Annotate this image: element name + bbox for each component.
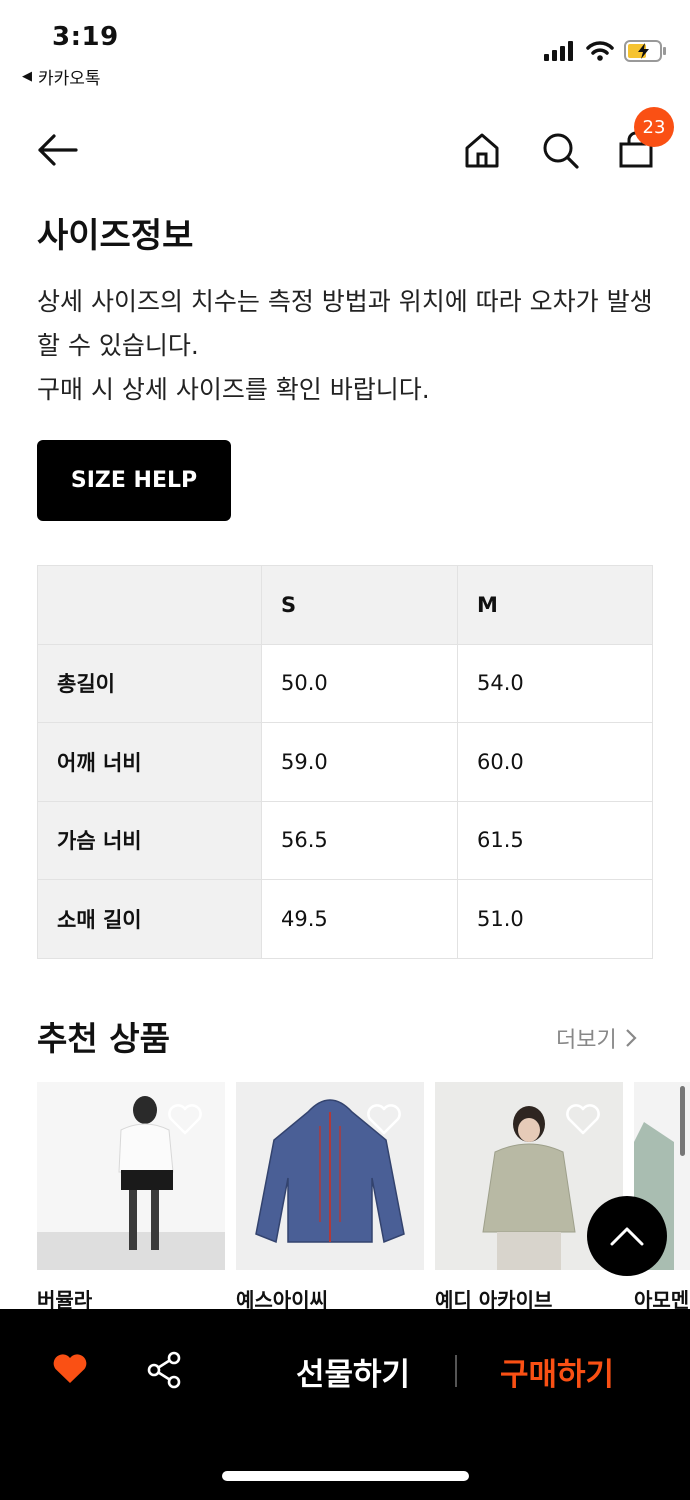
scroll-to-top-button[interactable]: [587, 1196, 667, 1276]
gift-button[interactable]: 선물하기: [296, 1349, 410, 1394]
cell-m: 60.0: [457, 722, 653, 802]
share-icon[interactable]: [146, 1351, 182, 1389]
recommend-product-list: 버뮬라 예스아이씨 예디 아카이브 아모멘: [37, 1082, 690, 1312]
search-icon[interactable]: [540, 130, 580, 170]
chevron-right-icon: [625, 1029, 637, 1047]
signal-icon: [544, 41, 573, 61]
product-card[interactable]: 예디 아카이브: [435, 1082, 623, 1312]
home-icon[interactable]: [462, 130, 502, 170]
wifi-icon: [586, 41, 614, 61]
product-image[interactable]: [37, 1082, 225, 1270]
product-brand: 아모멘: [634, 1288, 690, 1312]
size-info-title: 사이즈정보: [37, 216, 194, 256]
size-table: S M 총길이 50.0 54.0 어깨 너비 59.0 60.0 가슴 너비 …: [37, 565, 653, 959]
cell-s: 50.0: [261, 643, 458, 723]
size-info-desc-line1: 상세 사이즈의 치수는 측정 방법과 위치에 따라 오차가 발생할 수 있습니다…: [37, 287, 653, 360]
back-arrow-icon[interactable]: [36, 132, 80, 168]
status-time: 3:19: [52, 22, 119, 52]
size-table-corner: [37, 565, 262, 645]
wishlist-heart-icon[interactable]: [565, 1102, 601, 1136]
status-bar: 3:19 ◀ 카카오톡: [0, 0, 690, 100]
table-row: 가슴 너비 56.5 61.5: [37, 800, 653, 880]
table-row: 총길이 50.0 54.0: [37, 643, 653, 723]
cell-s: 56.5: [261, 800, 458, 880]
cart-count-badge: 23: [634, 107, 674, 147]
status-icons: [544, 40, 668, 62]
product-card[interactable]: 버뮬라: [37, 1082, 225, 1312]
row-label: 총길이: [37, 643, 262, 723]
size-table-header: S M: [37, 565, 653, 645]
wishlist-heart-icon[interactable]: [366, 1102, 402, 1136]
cell-m: 61.5: [457, 800, 653, 880]
product-brand: 버뮬라: [37, 1288, 93, 1312]
cell-m: 51.0: [457, 879, 653, 959]
wishlist-heart-icon[interactable]: [167, 1102, 203, 1136]
table-row: 어깨 너비 59.0 60.0: [37, 722, 653, 802]
row-label: 가슴 너비: [37, 800, 262, 880]
back-app-label: 카카오톡: [38, 69, 101, 89]
home-indicator[interactable]: [222, 1471, 469, 1481]
size-column-m: M: [457, 565, 653, 645]
size-info-description: 상세 사이즈의 치수는 측정 방법과 위치에 따라 오차가 발생할 수 있습니다…: [37, 280, 667, 412]
battery-charging-icon: [624, 40, 666, 62]
chevron-up-icon: [610, 1227, 644, 1246]
horizontal-scrollbar[interactable]: [680, 1086, 685, 1156]
size-column-s: S: [261, 565, 458, 645]
recommend-title: 추천 상품: [37, 1019, 170, 1058]
divider: [455, 1355, 457, 1387]
top-navigation: [0, 110, 690, 190]
product-card[interactable]: 예스아이씨: [236, 1082, 424, 1312]
cell-m: 54.0: [457, 643, 653, 723]
product-brand: 예스아이씨: [236, 1288, 328, 1312]
product-brand: 예디 아카이브: [435, 1288, 553, 1312]
like-heart-icon[interactable]: [52, 1353, 88, 1385]
product-image[interactable]: [236, 1082, 424, 1270]
see-more-label: 더보기: [556, 1028, 617, 1053]
size-info-desc-line2: 구매 시 상세 사이즈를 확인 바랍니다.: [37, 375, 430, 404]
buy-button[interactable]: 구매하기: [500, 1349, 614, 1394]
see-more-link[interactable]: 더보기: [556, 1022, 637, 1054]
row-label: 소매 길이: [37, 879, 262, 959]
table-row: 소매 길이 49.5 51.0: [37, 879, 653, 959]
size-help-button[interactable]: SIZE HELP: [37, 440, 231, 521]
back-triangle-icon: ◀: [22, 69, 32, 84]
back-to-app-link[interactable]: ◀ 카카오톡: [22, 64, 101, 89]
row-label: 어깨 너비: [37, 722, 262, 802]
cell-s: 59.0: [261, 722, 458, 802]
cell-s: 49.5: [261, 879, 458, 959]
